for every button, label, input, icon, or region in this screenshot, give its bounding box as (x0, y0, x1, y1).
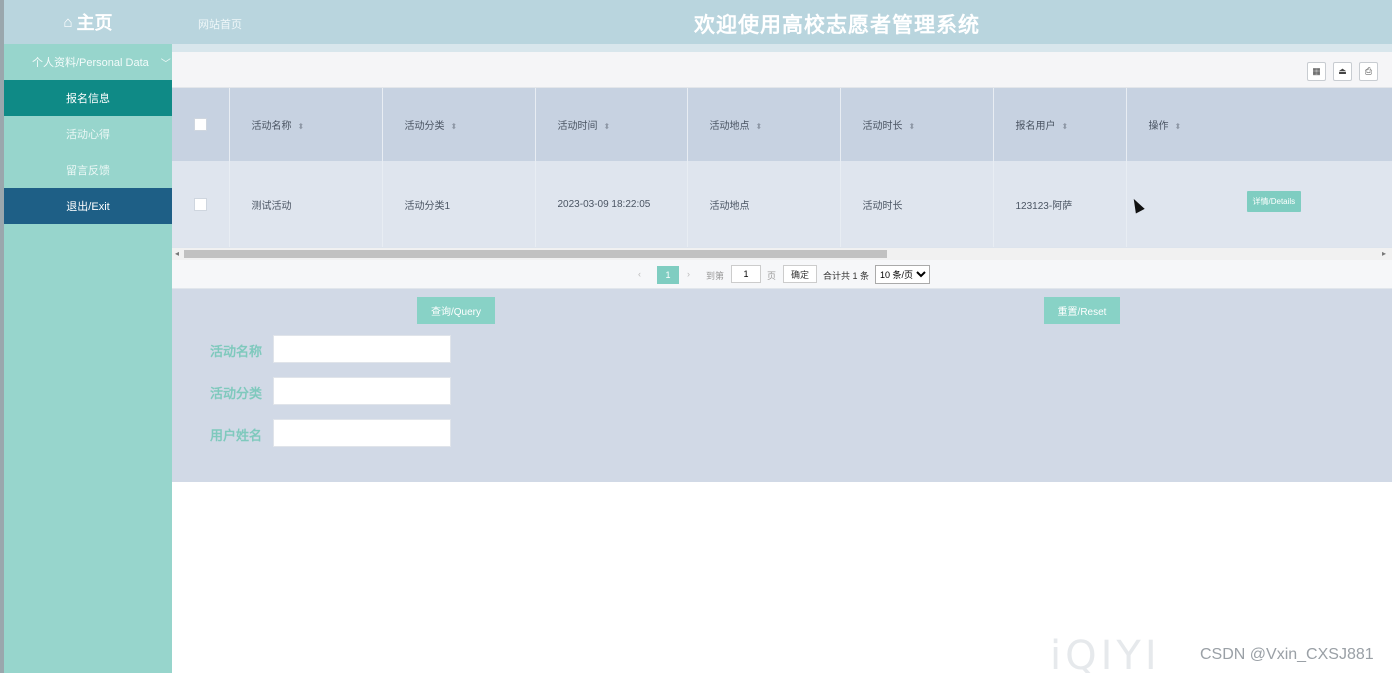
query-button[interactable]: 查询/Query (417, 297, 495, 324)
sidebar-item-label: 留言反馈 (66, 165, 110, 177)
details-button[interactable]: 详情/Details (1246, 191, 1302, 212)
sidebar-item-activity-experience[interactable]: 活动心得 (4, 116, 172, 152)
top-header: ⌂ 主页 网站首页 欢迎使用高校志愿者管理系统 (4, 0, 1392, 44)
page: ⌂ 主页 网站首页 欢迎使用高校志愿者管理系统 个人资料/Personal Da… (0, 0, 1392, 673)
goto-label: 到第 (706, 271, 725, 281)
columns-icon[interactable]: ▦ (1307, 62, 1326, 81)
column-header[interactable]: 活动时长 ⬍ (840, 88, 994, 161)
home-label: 主页 (76, 13, 113, 33)
cell-activity-time: 2023-03-09 18:22:05 (535, 161, 688, 247)
table-header-row: 活动名称 ⬍ 活动分类 ⬍ 活动时间 ⬍ 活动地点 ⬍ 活动时长 ⬍ 报名用户 ⬍ 操作 ⬍ (172, 88, 1392, 161)
page-unit-label: 页 (767, 271, 777, 281)
column-header[interactable]: 活动地点 ⬍ (687, 88, 841, 161)
activity-category-input[interactable] (273, 377, 451, 405)
scrollbar-thumb[interactable] (184, 250, 887, 258)
horizontal-scrollbar[interactable]: ◂ ▸ (172, 248, 1392, 260)
column-header-label: 操作 (1148, 121, 1169, 132)
row-checkbox[interactable] (193, 197, 207, 211)
column-header-label: 活动时长 (862, 121, 903, 132)
sort-icon[interactable]: ⬍ (604, 122, 611, 131)
column-header[interactable]: 活动名称 ⬍ (229, 88, 383, 161)
activity-name-input[interactable] (273, 335, 451, 363)
prev-page-icon[interactable]: ‹ (638, 269, 641, 279)
column-header-label: 活动地点 (709, 121, 750, 132)
page-number-current[interactable]: 1 (657, 266, 679, 284)
sort-icon[interactable]: ⬍ (1062, 122, 1069, 131)
search-panel: 查询/Query 重置/Reset 活动名称 活动分类 用户姓名 (172, 289, 1392, 482)
cell-actions: 详情/Details (1126, 161, 1392, 247)
column-header[interactable]: 报名用户 ⬍ (993, 88, 1127, 161)
table-row: 测试活动 活动分类1 2023-03-09 18:22:05 活动地点 活动时长… (172, 161, 1392, 247)
select-all-checkbox[interactable] (193, 118, 207, 131)
sidebar: 个人资料/Personal Data ﹀ 报名信息 活动心得 留言反馈 退出/E… (4, 44, 172, 673)
sidebar-item-label: 报名信息 (66, 93, 110, 105)
activity-name-label: 活动名称 (210, 344, 263, 359)
reset-button[interactable]: 重置/Reset (1044, 297, 1120, 324)
user-name-input[interactable] (273, 419, 451, 447)
cell-activity-category: 活动分类1 (382, 161, 536, 247)
cell-activity-duration: 活动时长 (840, 161, 994, 247)
sort-icon[interactable]: ⬍ (451, 122, 458, 131)
print-icon[interactable]: ⎙ (1359, 62, 1378, 81)
column-header[interactable]: 操作 ⬍ (1126, 88, 1392, 161)
cell-registered-user: 123123-阿萨 (993, 161, 1127, 247)
sort-icon[interactable]: ⬍ (1175, 122, 1182, 131)
sidebar-item-exit[interactable]: 退出/Exit (4, 188, 172, 224)
goto-page-input[interactable] (731, 265, 761, 283)
sidebar-group-label: 个人资料/Personal Data (32, 57, 149, 69)
column-header-label: 活动时间 (557, 121, 598, 132)
row-checkbox-cell (172, 161, 230, 247)
next-page-icon[interactable]: › (687, 269, 690, 279)
table-toolbar: ▦ ⏏ ⎙ (172, 52, 1392, 88)
sidebar-item-registration-info[interactable]: 报名信息 (4, 80, 172, 116)
sort-icon[interactable]: ⬍ (909, 122, 916, 131)
sidebar-item-label: 退出/Exit (66, 201, 110, 213)
column-header[interactable]: 活动时间 ⬍ (535, 88, 688, 161)
sidebar-item-feedback[interactable]: 留言反馈 (4, 152, 172, 188)
home-link[interactable]: ⌂ 主页 (4, 0, 172, 44)
column-header[interactable]: 活动分类 ⬍ (382, 88, 536, 161)
total-count: 合计共 1 条 (823, 271, 870, 281)
sort-icon[interactable]: ⬍ (298, 122, 305, 131)
main-content: ▦ ⏏ ⎙ 活动名称 ⬍ 活动分类 ⬍ 活动时间 ⬍ 活动地点 ⬍ 活动时长 ⬍… (172, 44, 1392, 673)
scroll-right-icon[interactable]: ▸ (1382, 249, 1386, 258)
scroll-left-icon[interactable]: ◂ (175, 249, 179, 258)
export-icon[interactable]: ⏏ (1333, 62, 1352, 81)
chevron-down-icon: ﹀ (160, 58, 171, 70)
pagination: ‹ 1 › 到第 页 确定 合计共 1 条 10 条/页 (172, 260, 1392, 289)
column-header-label: 报名用户 (1015, 121, 1056, 132)
sort-icon[interactable]: ⬍ (756, 122, 763, 131)
iqiyi-watermark-logo: iQIYI (1050, 633, 1161, 673)
cell-activity-name: 测试活动 (229, 161, 383, 247)
goto-confirm-button[interactable]: 确定 (783, 265, 817, 283)
sidebar-item-label: 活动心得 (66, 129, 110, 141)
select-all-checkbox-cell (172, 88, 230, 161)
data-table: 活动名称 ⬍ 活动分类 ⬍ 活动时间 ⬍ 活动地点 ⬍ 活动时长 ⬍ 报名用户 ⬍ 操作 ⬍ … (172, 88, 1392, 248)
top-strip (172, 44, 1392, 52)
sidebar-group-personal-data[interactable]: 个人资料/Personal Data ﹀ (4, 44, 172, 80)
home-icon: ⌂ (63, 13, 73, 31)
column-header-label: 活动分类 (404, 121, 445, 132)
csdn-watermark: CSDN @Vxin_CXSJ881 (1200, 646, 1374, 663)
site-home-link[interactable]: 网站首页 (198, 16, 242, 32)
cell-activity-location: 活动地点 (687, 161, 841, 247)
page-title: 欢迎使用高校志愿者管理系统 (694, 14, 980, 37)
activity-category-label: 活动分类 (210, 386, 263, 401)
column-header-label: 活动名称 (251, 121, 292, 132)
page-size-select[interactable]: 10 条/页 (875, 265, 930, 284)
user-name-label: 用户姓名 (210, 428, 263, 443)
